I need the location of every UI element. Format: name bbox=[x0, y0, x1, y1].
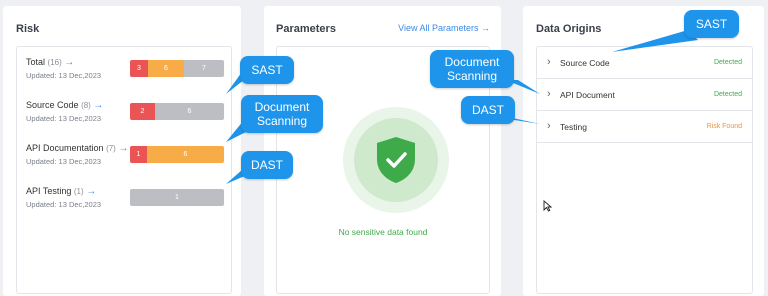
callout-pointers bbox=[226, 30, 698, 184]
callout-sast-left: SAST bbox=[240, 56, 294, 84]
callout-sast-right: SAST bbox=[684, 10, 739, 38]
callout-document-scanning-left: Document Scanning bbox=[241, 95, 323, 133]
callout-dast-left: DAST bbox=[241, 151, 293, 179]
callout-dast-right: DAST bbox=[461, 96, 515, 124]
callout-document-scanning-right: Document Scanning bbox=[430, 50, 514, 88]
